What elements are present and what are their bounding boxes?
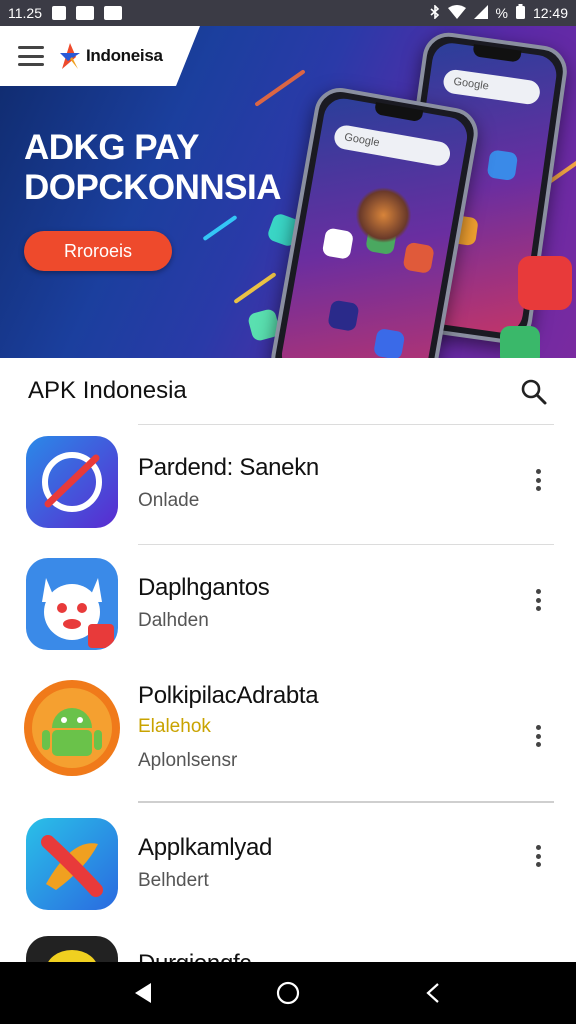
app-name: Applkamlyad — [138, 834, 273, 861]
decor-streak — [254, 69, 306, 107]
brand-logo[interactable]: Indoneisa — [58, 41, 163, 71]
android-robot-app-icon — [24, 680, 120, 776]
list-header: APK Indonesia — [0, 358, 576, 424]
app-name: Durgiengfc — [138, 950, 251, 962]
app-name: PolkipilacAdrabta — [138, 682, 319, 709]
phone-search-bar: Google — [332, 123, 452, 168]
notification-icon — [52, 6, 66, 20]
divider — [138, 424, 554, 425]
yellow-app-icon — [26, 936, 118, 962]
app-tile — [402, 241, 435, 275]
list-item[interactable]: Pardend: Sanekn Onlade — [0, 428, 576, 544]
signal-icon — [473, 4, 488, 22]
character-illustration — [351, 182, 416, 248]
play-arrow-app-icon — [26, 818, 118, 910]
app-name: Daplhgantos — [138, 574, 270, 601]
battery-percent: % — [495, 5, 508, 21]
brand-name: Indoneisa — [86, 46, 163, 65]
status-time-left: 11.25 — [8, 5, 42, 21]
home-icon[interactable] — [268, 973, 308, 1013]
more-options-icon[interactable] — [528, 842, 548, 870]
app-tile — [327, 299, 360, 332]
system-nav-bar — [0, 962, 576, 1024]
compass-app-icon — [26, 436, 118, 528]
app-tile — [321, 227, 355, 260]
phone-screen: Google — [278, 95, 471, 358]
app-subtitle: Dalhden — [138, 610, 209, 631]
divider — [138, 801, 554, 803]
bluetooth-icon — [429, 3, 440, 22]
list-item[interactable]: Applkamlyad Belhdert — [0, 808, 576, 924]
hero-cta-button[interactable]: Rroroeis — [24, 231, 172, 271]
app-subtitle: Belhdert — [138, 870, 209, 891]
status-bar: 11.25 % 12:49 — [0, 0, 576, 26]
app-tile — [372, 327, 406, 358]
status-left: 11.25 — [8, 5, 122, 21]
battery-icon — [515, 4, 525, 22]
screen: 11.25 % 12:49 Google Google Indoneisa AD… — [0, 0, 576, 1024]
star-logo-icon — [60, 43, 80, 69]
hamburger-menu-icon[interactable] — [18, 46, 44, 66]
status-time-right: 12:49 — [532, 5, 568, 21]
app-tile — [486, 149, 519, 182]
list-item[interactable]: Durgiengfc — [0, 930, 576, 962]
app-subtitle: Elalehok — [138, 716, 211, 737]
decor-streak — [233, 272, 277, 304]
chevron-left-icon[interactable] — [413, 973, 453, 1013]
app-name: Pardend: Sanekn — [138, 454, 319, 481]
search-icon[interactable] — [520, 378, 548, 406]
app-subtitle: Onlade — [138, 490, 200, 511]
more-options-icon[interactable] — [528, 466, 548, 494]
app-header: Indoneisa — [0, 26, 200, 86]
notification-icon — [104, 6, 122, 20]
hero-title-line2: DOPCKONNSIA — [24, 168, 282, 207]
back-triangle-icon[interactable] — [123, 973, 163, 1013]
hero-title: ADKG PAY DOPCKONNSIA — [24, 128, 282, 208]
status-right: % 12:49 — [429, 3, 568, 22]
list-item[interactable]: Daplhgantos Dalhden — [0, 548, 576, 664]
list-item[interactable]: PolkipilacAdrabta Elalehok Aplonlsensr — [0, 670, 576, 800]
notification-icon — [76, 6, 94, 20]
more-options-icon[interactable] — [528, 722, 548, 750]
decor-streak — [202, 214, 238, 242]
page-title: APK Indonesia — [28, 377, 187, 404]
app-subtitle-secondary: Aplonlsensr — [138, 750, 238, 771]
phone-search-bar: Google — [441, 68, 542, 106]
hero-banner[interactable]: Google Google Indoneisa ADKG PAY DOPCKON… — [0, 26, 576, 358]
hero-title-line1: ADKG PAY — [24, 128, 199, 167]
more-options-icon[interactable] — [528, 586, 548, 614]
floating-app-tile — [500, 326, 540, 358]
divider — [138, 544, 554, 545]
floating-app-tile — [518, 256, 572, 310]
cat-mascot-app-icon — [26, 558, 118, 650]
wifi-icon — [447, 4, 466, 22]
